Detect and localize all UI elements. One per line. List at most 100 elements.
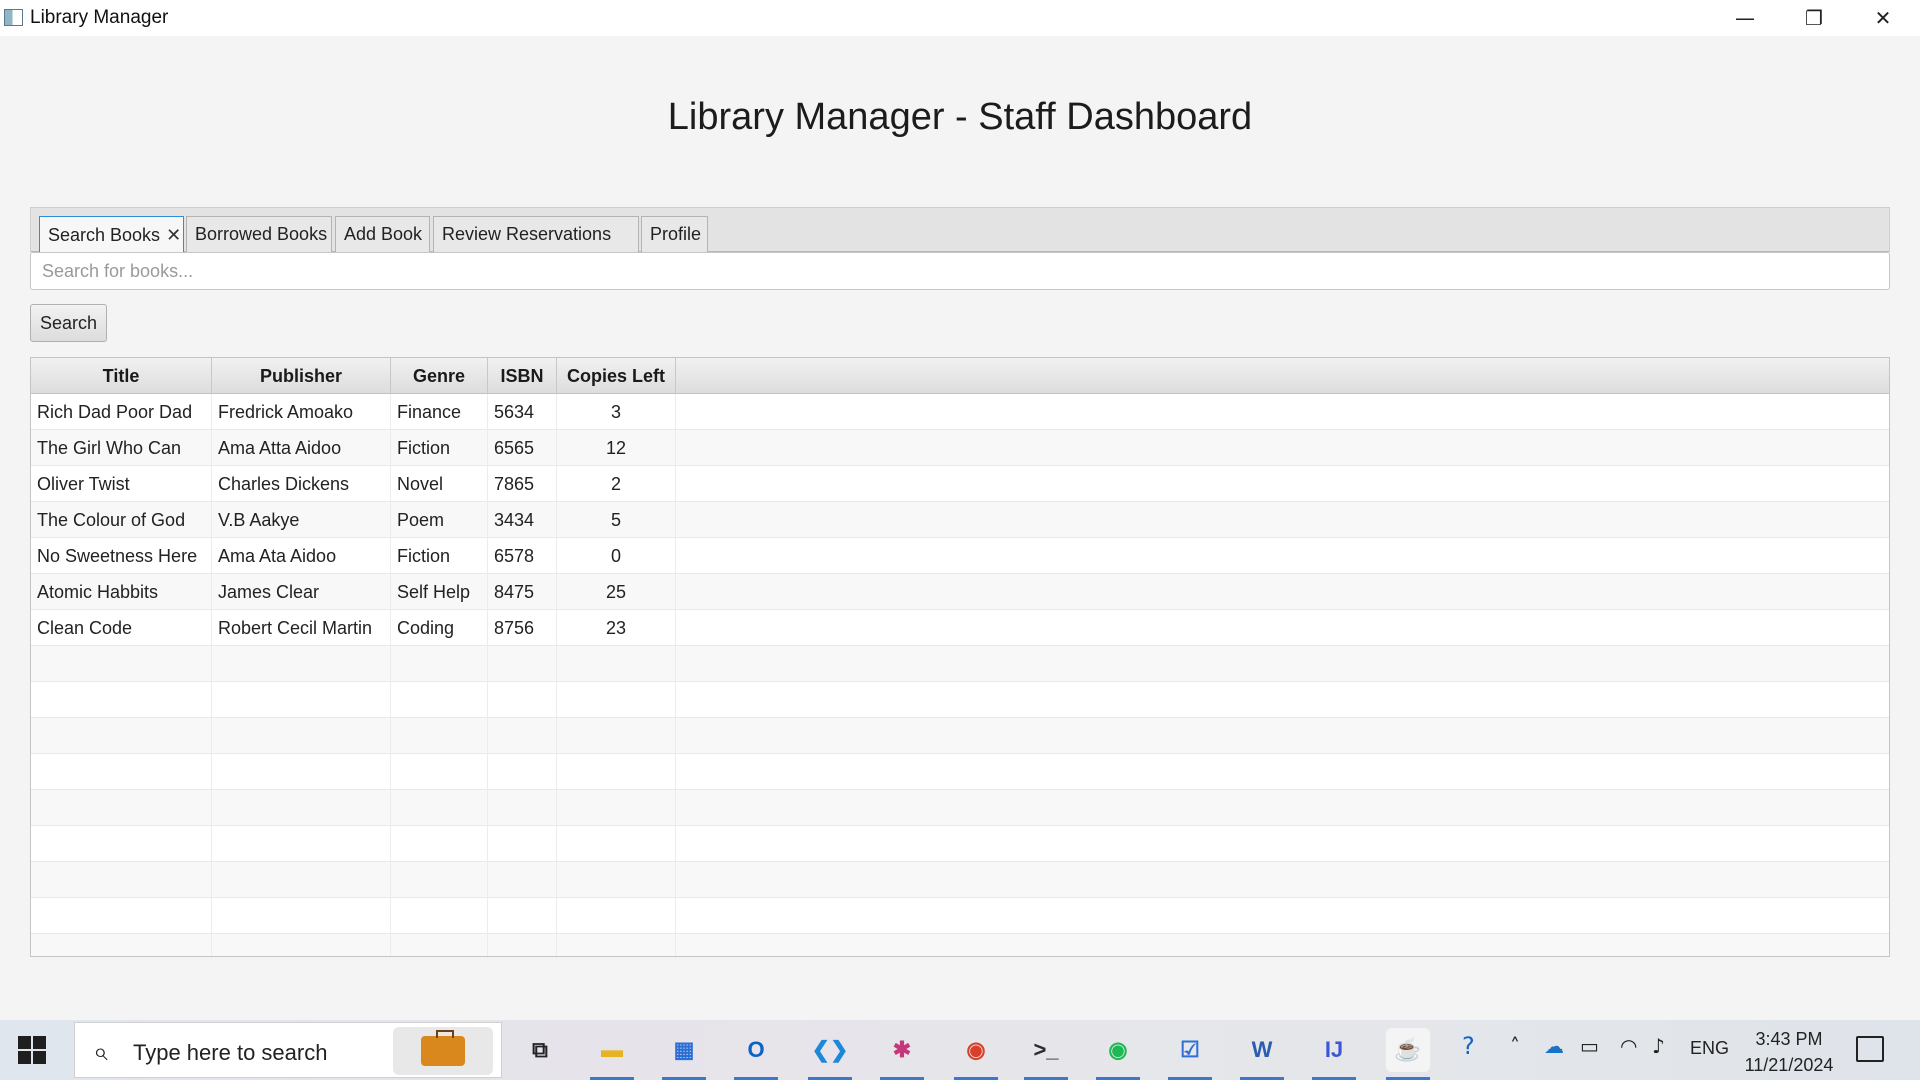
briefcase-icon[interactable] (393, 1027, 493, 1075)
cell-title: Oliver Twist (31, 466, 212, 502)
close-button[interactable]: ✕ (1848, 0, 1918, 36)
cell-genre (391, 682, 488, 718)
table-row[interactable]: Atomic Habbits James Clear Self Help 8475 25 (31, 574, 1889, 610)
cell-copies-left: 23 (557, 610, 676, 646)
table-row[interactable]: The Girl Who Can Ama Atta Aidoo Fiction 656… (31, 430, 1889, 466)
cell-genre (391, 754, 488, 790)
cell-isbn (488, 934, 557, 956)
column-header-isbn[interactable]: ISBN (488, 358, 557, 394)
cell-title (31, 754, 212, 790)
empty-table-row[interactable] (31, 754, 1889, 790)
cell-publisher (212, 934, 391, 956)
cell-genre: Fiction (391, 538, 488, 574)
close-tab-icon[interactable]: ✕ (166, 225, 181, 246)
cell-publisher (212, 862, 391, 898)
terminal-icon[interactable]: >_ (1024, 1028, 1068, 1080)
empty-table-row[interactable] (31, 646, 1889, 682)
microsoft-store-icon[interactable]: ▦ (662, 1028, 706, 1080)
column-header-title[interactable]: Title (31, 358, 212, 394)
table-row[interactable]: The Colour of God V.B Aakye Poem 3434 5 (31, 502, 1889, 538)
cell-title (31, 898, 212, 934)
cell-isbn: 6565 (488, 430, 557, 466)
cell-genre (391, 898, 488, 934)
tab-label: Profile (650, 224, 702, 244)
search-input[interactable] (30, 252, 1890, 290)
language-indicator[interactable]: ENG (1690, 1038, 1729, 1059)
chrome-icon[interactable]: ◉ (954, 1028, 998, 1080)
table-row[interactable]: Oliver Twist Charles Dickens Novel 7865 2 (31, 466, 1889, 502)
wifi-icon[interactable]: ◠ (1620, 1034, 1637, 1058)
table-header: Title Publisher Genre ISBN Copies Left (31, 358, 1889, 394)
outlook-icon[interactable]: O (734, 1028, 778, 1080)
word-icon[interactable]: W (1240, 1028, 1284, 1080)
cell-title: No Sweetness Here (31, 538, 212, 574)
tab-bar: Search Books ✕ Borrowed Books Add Book R… (30, 207, 1890, 253)
cell-publisher: Fredrick Amoako (212, 394, 391, 430)
tab-profile[interactable]: Profile (641, 216, 708, 252)
onedrive-icon[interactable]: ☁ (1544, 1034, 1564, 1058)
empty-table-row[interactable] (31, 682, 1889, 718)
task-view-icon[interactable]: ⧉ (518, 1028, 562, 1072)
battery-icon[interactable]: ▭ (1580, 1034, 1599, 1058)
table-row[interactable]: Clean Code Robert Cecil Martin Coding 8756 2… (31, 610, 1889, 646)
spotify-icon[interactable]: ◉ (1096, 1028, 1140, 1080)
cell-title (31, 718, 212, 754)
slack-icon[interactable]: ✱ (880, 1028, 924, 1080)
cell-genre (391, 934, 488, 956)
tab-add-book[interactable]: Add Book (335, 216, 430, 252)
cell-genre: Fiction (391, 430, 488, 466)
search-icon: ⌕ (93, 1037, 108, 1067)
windows-start-icon[interactable] (18, 1036, 46, 1064)
cell-isbn: 6578 (488, 538, 557, 574)
cell-copies-left (557, 718, 676, 754)
taskbar-search-box[interactable]: ⌕ Type here to search (74, 1022, 502, 1078)
cell-copies-left (557, 898, 676, 934)
cell-copies-left: 2 (557, 466, 676, 502)
empty-table-row[interactable] (31, 862, 1889, 898)
search-button[interactable]: Search (30, 304, 107, 342)
file-explorer-icon[interactable]: ▬ (590, 1028, 634, 1080)
tab-review-reservations[interactable]: Review Reservations (433, 216, 639, 252)
cell-isbn (488, 862, 557, 898)
cell-copies-left (557, 790, 676, 826)
cell-isbn: 8475 (488, 574, 557, 610)
cell-isbn (488, 646, 557, 682)
cell-copies-left (557, 682, 676, 718)
empty-table-row[interactable] (31, 790, 1889, 826)
minimize-button[interactable]: — (1710, 0, 1780, 36)
column-header-publisher[interactable]: Publisher (212, 358, 391, 394)
tab-search-books[interactable]: Search Books ✕ (39, 216, 184, 253)
java-icon[interactable]: ☕ (1386, 1028, 1430, 1080)
empty-table-row[interactable] (31, 718, 1889, 754)
table-row[interactable]: No Sweetness Here Ama Ata Aidoo Fiction 657… (31, 538, 1889, 574)
cell-publisher: V.B Aakye (212, 502, 391, 538)
cell-genre: Self Help (391, 574, 488, 610)
volume-icon[interactable]: ♪ (1652, 1034, 1665, 1058)
column-header-copies-left[interactable]: Copies Left (557, 358, 676, 394)
chevron-up-icon[interactable]: ˄ (1510, 1034, 1520, 1058)
column-header-genre[interactable]: Genre (391, 358, 488, 394)
cell-genre (391, 790, 488, 826)
todo-icon[interactable]: ☑ (1168, 1028, 1212, 1080)
cell-genre: Finance (391, 394, 488, 430)
cell-copies-left (557, 646, 676, 682)
cell-publisher (212, 718, 391, 754)
maximize-button[interactable]: ❐ (1779, 0, 1849, 36)
empty-table-row[interactable] (31, 934, 1889, 956)
tab-label: Review Reservations (442, 224, 612, 244)
tab-borrowed-books[interactable]: Borrowed Books (186, 216, 332, 252)
cell-genre: Poem (391, 502, 488, 538)
table-row[interactable]: Rich Dad Poor Dad Fredrick Amoako Finance 5… (31, 394, 1889, 430)
intellij-icon[interactable]: IJ (1312, 1028, 1356, 1080)
taskbar: ⌕ Type here to search ⧉ ▬ ▦ O ❮❯ ✱ ◉ >_ ◉ ☑ W IJ ☕ ?… (0, 1020, 1920, 1080)
cell-copies-left: 12 (557, 430, 676, 466)
vscode-icon[interactable]: ❮❯ (808, 1028, 852, 1080)
notification-icon[interactable] (1856, 1036, 1884, 1062)
empty-table-row[interactable] (31, 898, 1889, 934)
clock[interactable]: 3:43 PM 11/21/2024 (1734, 1026, 1844, 1078)
cell-title (31, 826, 212, 862)
help-icon[interactable]: ? (1462, 1032, 1475, 1060)
tab-label: Borrowed Books (195, 224, 328, 244)
empty-table-row[interactable] (31, 826, 1889, 862)
cell-copies-left (557, 862, 676, 898)
